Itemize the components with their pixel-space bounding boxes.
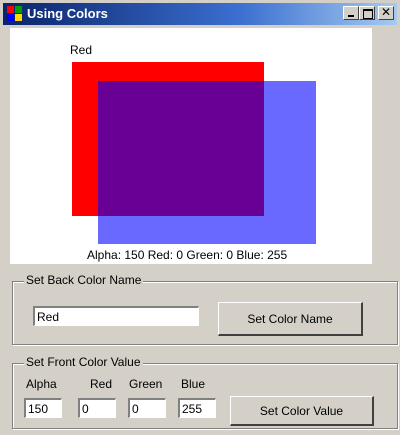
green-label: Green — [129, 377, 163, 391]
drawing-canvas: Red Alpha: 150 Red: 0 Green: 0 Blue: 255 — [10, 28, 372, 264]
close-button[interactable]: ✕ — [378, 5, 394, 20]
minimize-icon — [348, 15, 354, 17]
using-colors-window: Using Colors ✕ Red Alpha: 150 Red: 0 Gre… — [0, 0, 400, 435]
window-title: Using Colors — [27, 6, 108, 21]
red-label: Red — [70, 43, 93, 57]
alpha-label: Alpha — [26, 377, 57, 391]
blue-input[interactable] — [178, 398, 216, 418]
maximize-button[interactable] — [359, 6, 375, 20]
red-input[interactable] — [78, 398, 116, 418]
alpha-input[interactable] — [24, 398, 62, 418]
maximize-icon — [363, 9, 373, 19]
set-color-name-button[interactable]: Set Color Name — [218, 302, 363, 336]
color-shapes — [72, 62, 316, 244]
red-value-label: Red — [90, 377, 113, 391]
color-name-input[interactable] — [33, 306, 199, 326]
close-icon: ✕ — [380, 5, 392, 19]
title-bar[interactable]: Using Colors ✕ — [3, 3, 397, 25]
green-input[interactable] — [128, 398, 166, 418]
color-status-text: Alpha: 150 Red: 0 Green: 0 Blue: 255 — [87, 248, 288, 262]
back-color-legend: Set Back Color Name — [24, 273, 144, 287]
set-color-value-button[interactable]: Set Color Value — [230, 396, 374, 426]
blue-rectangle — [98, 81, 316, 244]
minimize-button[interactable] — [343, 6, 359, 20]
front-color-legend: Set Front Color Value — [24, 355, 143, 369]
blue-label: Blue — [181, 377, 206, 391]
app-icon[interactable] — [7, 6, 23, 22]
